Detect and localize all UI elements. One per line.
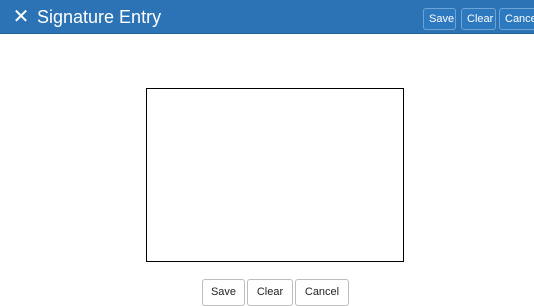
dialog-header: ✕ Signature Entry Save Clear Cancel	[0, 0, 534, 34]
header-clear-button[interactable]: Clear	[461, 8, 496, 30]
header-cancel-button[interactable]: Cancel	[499, 8, 534, 30]
signature-pad[interactable]	[146, 88, 404, 262]
header-save-button[interactable]: Save	[423, 8, 456, 30]
footer-save-button[interactable]: Save	[202, 279, 245, 306]
close-icon[interactable]: ✕	[11, 7, 31, 27]
footer-cancel-button[interactable]: Cancel	[295, 279, 349, 306]
footer-clear-button[interactable]: Clear	[247, 279, 293, 306]
dialog-title: Signature Entry	[37, 7, 162, 27]
